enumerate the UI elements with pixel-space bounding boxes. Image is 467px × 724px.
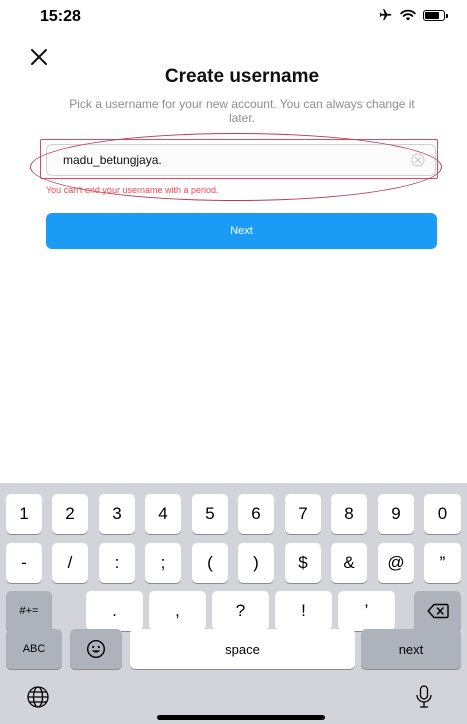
backspace-icon [427, 603, 449, 619]
key-apostrophe[interactable]: ’ [338, 591, 395, 631]
key-abc[interactable]: ABC [6, 629, 62, 669]
home-indicator [157, 715, 325, 720]
key-open-paren[interactable]: ( [192, 543, 228, 583]
key-symbols-mode[interactable]: #+= [6, 591, 52, 631]
key-ampersand[interactable]: & [331, 543, 367, 583]
key-period[interactable]: . [86, 591, 143, 631]
key-6[interactable]: 6 [238, 494, 274, 534]
key-space[interactable]: space [130, 629, 355, 669]
status-icons [378, 8, 448, 22]
clear-input-button[interactable] [411, 153, 425, 167]
key-8[interactable]: 8 [331, 494, 367, 534]
next-button[interactable]: Next [46, 213, 437, 249]
status-time: 15:28 [40, 8, 81, 25]
key-comma[interactable]: , [149, 591, 206, 631]
username-error-message: You can't end your username with a perio… [46, 185, 219, 195]
key-colon[interactable]: : [99, 543, 135, 583]
key-2[interactable]: 2 [52, 494, 88, 534]
status-bar: 15:28 [0, 0, 467, 34]
key-9[interactable]: 9 [378, 494, 414, 534]
keyboard: 1 2 3 4 5 6 7 8 9 0 - / : ; ( ) $ & @ ” … [0, 483, 467, 724]
key-3[interactable]: 3 [99, 494, 135, 534]
key-quote[interactable]: ” [424, 543, 461, 583]
key-emoji[interactable] [70, 629, 122, 669]
key-4[interactable]: 4 [145, 494, 181, 534]
key-semicolon[interactable]: ; [145, 543, 181, 583]
key-1[interactable]: 1 [6, 494, 42, 534]
username-field[interactable] [46, 144, 436, 176]
username-input[interactable] [63, 145, 393, 175]
page-subtitle: Pick a username for your new account. Yo… [69, 97, 415, 125]
key-slash[interactable]: / [52, 543, 88, 583]
key-hyphen[interactable]: - [6, 543, 42, 583]
microphone-icon [416, 685, 432, 708]
airplane-icon [379, 9, 392, 21]
emoji-icon [86, 639, 106, 659]
key-7[interactable]: 7 [285, 494, 321, 534]
key-5[interactable]: 5 [192, 494, 228, 534]
dictation-button[interactable] [414, 684, 434, 710]
key-exclamation[interactable]: ! [275, 591, 332, 631]
key-close-paren[interactable]: ) [238, 543, 274, 583]
wifi-icon [400, 9, 416, 21]
clear-icon [411, 153, 425, 167]
globe-icon [27, 686, 49, 708]
key-question[interactable]: ? [212, 591, 269, 631]
battery-icon [423, 9, 448, 21]
key-0[interactable]: 0 [424, 494, 461, 534]
key-dollar[interactable]: $ [285, 543, 321, 583]
globe-button[interactable] [25, 684, 51, 710]
key-backspace[interactable] [414, 591, 461, 631]
key-next[interactable]: next [361, 629, 461, 669]
page-title: Create username [164, 66, 320, 87]
key-at[interactable]: @ [378, 543, 414, 583]
